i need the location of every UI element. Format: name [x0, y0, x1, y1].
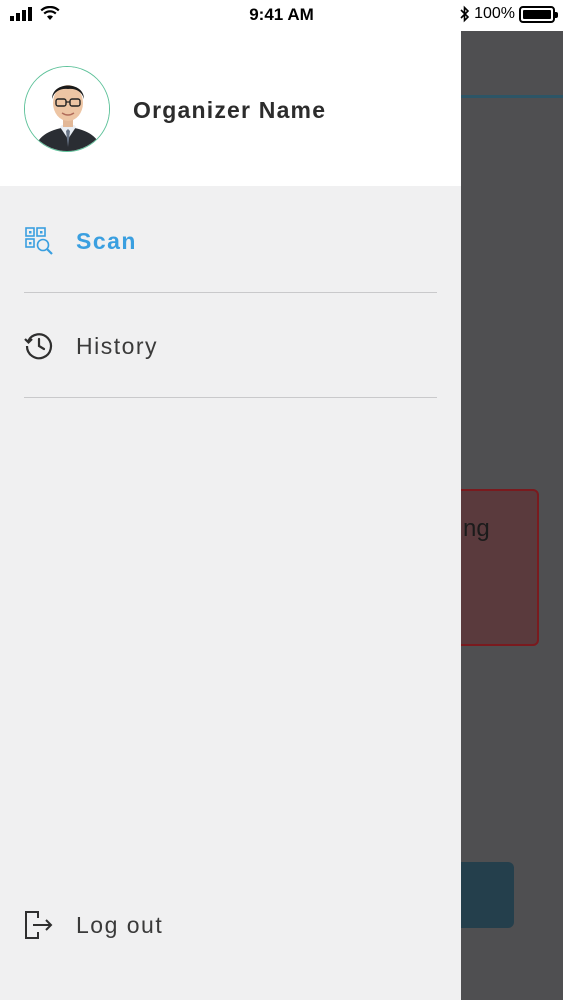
drawer-item-logout-label: Log out	[76, 911, 164, 938]
divider	[24, 397, 437, 398]
status-bar: 9:41 AM 100%	[0, 0, 563, 31]
drawer-item-history[interactable]: History	[0, 296, 461, 396]
drawer-item-logout[interactable]: Log out	[0, 875, 461, 975]
divider	[24, 292, 437, 293]
battery-icon	[519, 5, 558, 23]
drawer-item-history-label: History	[76, 332, 159, 359]
drawer-item-scan[interactable]: Scan	[0, 191, 461, 291]
background-app-overlay[interactable]: ng	[441, 31, 563, 1000]
drawer-header: Organizer Name	[0, 31, 461, 186]
status-right: 100%	[460, 5, 558, 23]
drawer-item-scan-label: Scan	[76, 227, 137, 254]
battery-percent: 100%	[474, 5, 515, 22]
history-icon	[24, 331, 54, 361]
avatar	[24, 66, 110, 152]
bluetooth-icon	[460, 5, 470, 23]
logout-icon	[24, 910, 54, 940]
navigation-drawer: Organizer Name Scan History Log out	[0, 31, 461, 1000]
avatar-photo	[25, 67, 109, 151]
organizer-name: Organizer Name	[133, 97, 327, 123]
qr-scan-icon	[24, 226, 54, 256]
background-card-text: ng	[463, 515, 490, 542]
background-appbar-line	[461, 95, 563, 98]
